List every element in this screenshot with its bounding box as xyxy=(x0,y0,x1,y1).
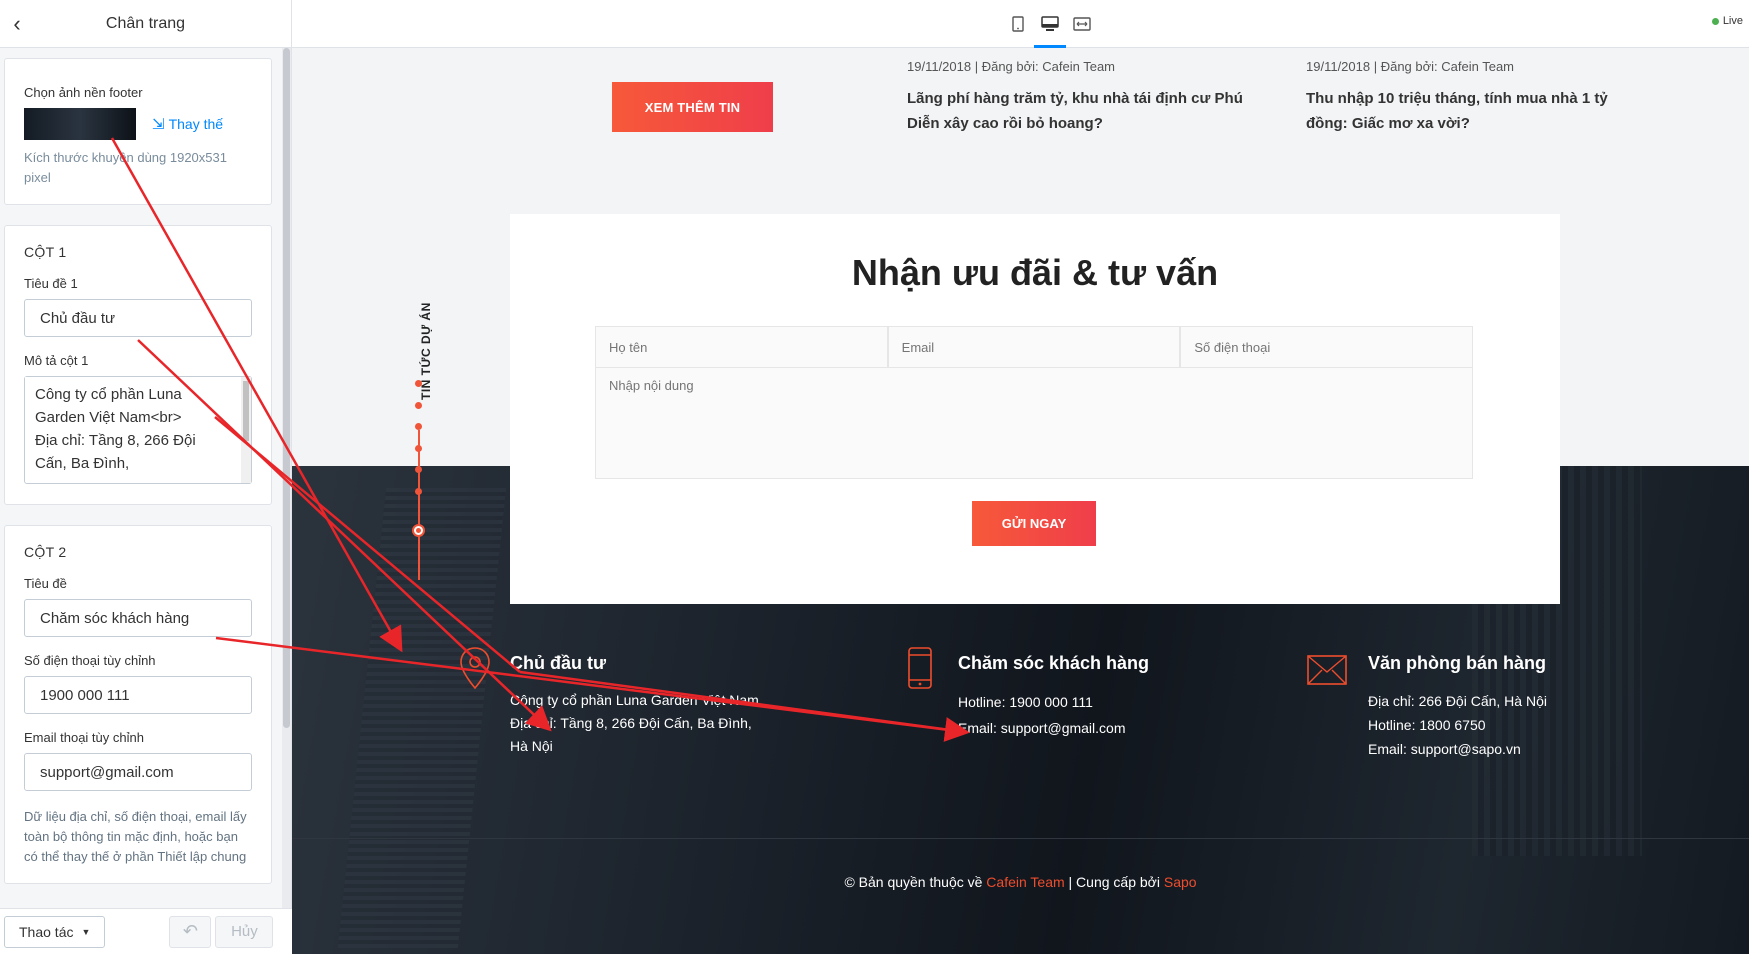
sidebar-scrollbar[interactable] xyxy=(282,48,291,908)
col2-phone-label: Số điện thoại tùy chỉnh xyxy=(24,653,156,668)
col2-title-label: Tiêu đề xyxy=(24,576,67,591)
name-input[interactable] xyxy=(595,326,888,368)
replace-image-button[interactable]: ⇲ Thay thế xyxy=(152,115,223,133)
mobile-icon[interactable] xyxy=(1002,0,1034,48)
footer-line: Hotline: 1900 000 111 xyxy=(958,694,1093,710)
replace-icon: ⇲ xyxy=(152,116,165,133)
footer-line: Địa chỉ: 266 Đội Cấn, Hà Nội xyxy=(1368,693,1547,709)
col1-title-label: Tiêu đề 1 xyxy=(24,276,78,291)
copyright-prefix: © Bản quyền thuộc về xyxy=(844,874,983,890)
footer-line: Công ty cổ phần Luna Garden Việt Nam xyxy=(510,692,759,708)
form-input-row xyxy=(595,326,1474,368)
sidebar-footer: Thao tác ▼ ↶ Hủy xyxy=(0,908,292,954)
form-title: Nhận ưu đãi & tư vấn xyxy=(851,252,1219,293)
news-title[interactable]: Thu nhập 10 triệu tháng, tính mua nhà 1 … xyxy=(1306,86,1646,136)
live-label: Live xyxy=(1722,15,1743,27)
col1-desc-wrapper: Công ty cổ phần Luna Garden Việt Nam<br>… xyxy=(24,376,252,484)
bg-image-hint: Kích thước khuyên dùng 1920x531 pixel xyxy=(24,150,227,185)
footer-background-card: Chọn ảnh nền footer ⇲ Thay thế Kích thướ… xyxy=(4,58,272,205)
preview-toolbar: Live xyxy=(292,0,1749,48)
copyright-provider-link[interactable]: Sapo xyxy=(1164,874,1197,890)
timeline-dot xyxy=(415,380,422,387)
fullwidth-icon[interactable] xyxy=(1066,0,1098,48)
cancel-button[interactable]: Hủy xyxy=(215,915,274,948)
col1-desc-scrollbar[interactable] xyxy=(241,377,251,483)
news-meta: 19/11/2018 | Đăng bởi: Cafein Team xyxy=(1306,59,1514,74)
footer-line: Email: support@gmail.com xyxy=(958,720,1126,736)
news-meta: 19/11/2018 | Đăng bởi: Cafein Team xyxy=(907,59,1115,74)
copyright-bar: © Bản quyền thuộc về Cafein Team | Cung … xyxy=(292,874,1749,890)
col1-desc-label: Mô tả cột 1 xyxy=(24,353,89,368)
col2-title-input[interactable] xyxy=(24,599,252,637)
phone-icon xyxy=(908,647,932,689)
column-1-heading: CỘT 1 xyxy=(24,244,67,260)
footer-col-title: Chủ đầu tư xyxy=(510,653,607,673)
desktop-icon[interactable] xyxy=(1034,0,1066,48)
phone-input[interactable] xyxy=(1180,326,1474,368)
footer-line: Địa chỉ: Tầng 8, 266 Đội Cấn, Ba Đình, xyxy=(510,715,752,731)
timeline-line xyxy=(418,430,420,580)
sidebar-title: Chân trang xyxy=(105,14,186,32)
col1-desc-textarea[interactable]: Công ty cổ phần Luna Garden Việt Nam<br>… xyxy=(25,377,235,477)
news-title[interactable]: Lãng phí hàng trăm tỷ, khu nhà tái định … xyxy=(907,86,1247,136)
live-status: Live xyxy=(1711,15,1743,27)
footer-col-lines: Địa chỉ: 266 Đội Cấn, Hà Nội Hotline: 18… xyxy=(1368,689,1547,761)
col1-title-input[interactable] xyxy=(24,299,252,337)
news-item[interactable]: 19/11/2018 | Đăng bởi: Cafein Team Thu n… xyxy=(1306,59,1646,136)
live-dot-icon xyxy=(1711,17,1719,25)
col2-phone-input[interactable] xyxy=(24,676,252,714)
content-textarea[interactable] xyxy=(595,367,1473,479)
column-1-card: CỘT 1 Tiêu đề 1 Mô tả cột 1 Công ty cổ p… xyxy=(4,225,272,505)
timeline-dot xyxy=(415,423,422,430)
envelope-icon xyxy=(1307,655,1347,685)
caret-down-icon: ▼ xyxy=(81,926,91,937)
timeline-dot xyxy=(415,488,422,495)
copyright-owner-link[interactable]: Cafein Team xyxy=(986,874,1064,890)
settings-sidebar: ‹ Chân trang Chọn ảnh nền footer ⇲ Thay … xyxy=(0,0,292,954)
site-preview: XEM THÊM TIN 19/11/2018 | Đăng bởi: Cafe… xyxy=(292,48,1749,954)
map-pin-icon xyxy=(460,647,490,690)
device-switcher xyxy=(1002,0,1098,48)
undo-icon: ↶ xyxy=(182,921,198,941)
footer-col-title: Văn phòng bán hàng xyxy=(1368,653,1546,673)
footer-line: Hotline: 1800 6750 xyxy=(1368,717,1486,733)
bg-image-label: Chọn ảnh nền footer xyxy=(24,85,143,100)
footer-col-lines: Hotline: 1900 000 111 Email: support@gma… xyxy=(958,689,1126,741)
replace-image-label: Thay thế xyxy=(168,116,224,132)
col2-email-input[interactable] xyxy=(24,753,252,791)
consultation-form: Nhận ưu đãi & tư vấn GỬI NGAY xyxy=(510,214,1560,604)
footer-line: Hà Nội xyxy=(510,738,553,754)
undo-button[interactable]: ↶ xyxy=(169,915,212,948)
timeline-dot xyxy=(415,445,422,452)
footer-separator xyxy=(292,838,1749,839)
footer-col-title: Chăm sóc khách hàng xyxy=(958,653,1150,673)
news-item[interactable]: 19/11/2018 | Đăng bởi: Cafein Team Lãng … xyxy=(907,59,1247,136)
copyright-mid: | Cung cấp bởi xyxy=(1068,874,1160,890)
sidebar-scroll-area: Chọn ảnh nền footer ⇲ Thay thế Kích thướ… xyxy=(0,48,282,908)
col2-hint: Dữ liệu địa chỉ, số điện thoại, email lấ… xyxy=(24,809,247,864)
column-2-card: CỘT 2 Tiêu đề Số điện thoại tùy chỉnh Em… xyxy=(4,525,272,884)
send-button[interactable]: GỬI NGAY xyxy=(972,501,1096,546)
action-dropdown-button[interactable]: Thao tác ▼ xyxy=(4,915,106,948)
back-icon[interactable]: ‹ xyxy=(4,11,30,37)
timeline-dot xyxy=(415,466,422,473)
column-2-heading: CỘT 2 xyxy=(24,544,67,560)
bg-image-thumbnail[interactable] xyxy=(24,108,136,140)
more-news-button[interactable]: XEM THÊM TIN xyxy=(612,82,773,132)
timeline-end-dot xyxy=(412,524,425,537)
sidebar-header: ‹ Chân trang xyxy=(0,0,291,48)
col2-email-label: Email thoại tùy chỉnh xyxy=(24,730,144,745)
footer-col-lines: Công ty cổ phần Luna Garden Việt Nam Địa… xyxy=(510,689,759,758)
action-label: Thao tác xyxy=(19,923,74,940)
timeline-dot xyxy=(415,402,422,409)
footer-line: Email: support@sapo.vn xyxy=(1368,741,1521,757)
email-input[interactable] xyxy=(887,326,1181,368)
